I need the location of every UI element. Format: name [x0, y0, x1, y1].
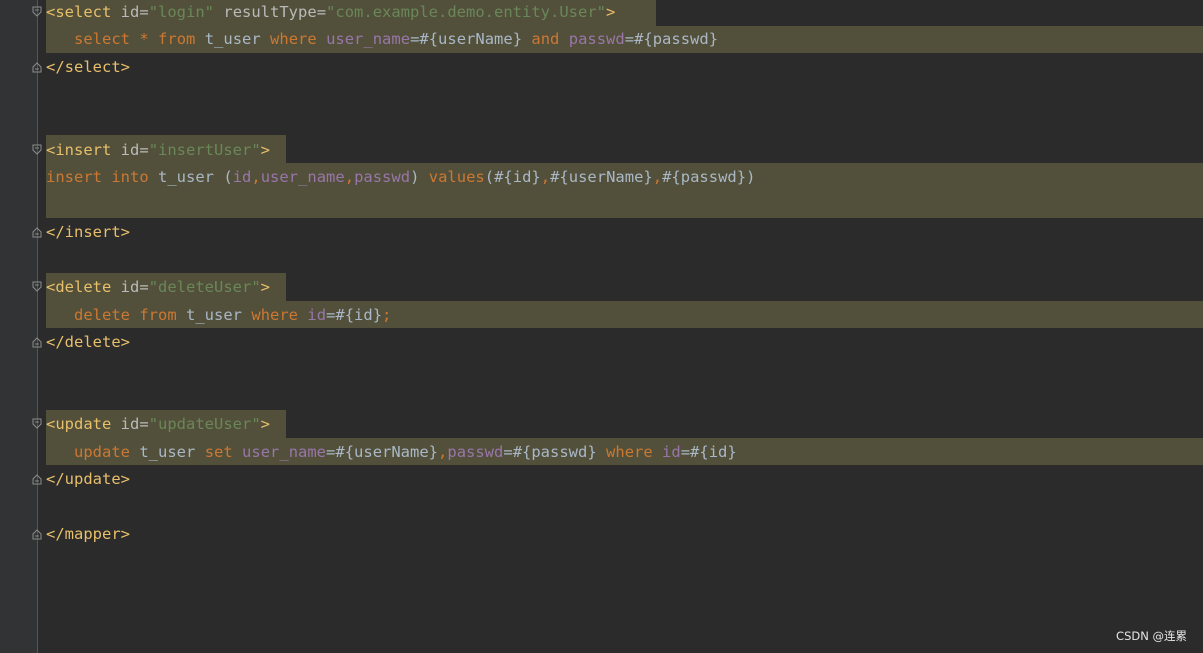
sql-keyword: where	[270, 30, 317, 48]
table-name: t_user	[139, 443, 196, 461]
semicolon: ;	[382, 306, 392, 324]
xml-tag: </select>	[46, 58, 130, 76]
parameter: =#{id}	[680, 443, 737, 461]
table-name: t_user	[158, 168, 215, 186]
code-line-delete-close[interactable]: </delete>	[46, 329, 130, 356]
xml-tag: </mapper>	[46, 525, 130, 543]
sql-keyword: update	[74, 443, 130, 461]
xml-attribute: id	[120, 3, 140, 21]
watermark: CSDN @连累	[1116, 629, 1187, 643]
fold-close-icon[interactable]	[32, 226, 42, 238]
column-name: id	[307, 306, 327, 324]
xml-tag: </insert>	[46, 223, 130, 241]
table-name: t_user	[204, 30, 261, 48]
xml-tag: </update>	[46, 470, 130, 488]
code-line-update-body[interactable]: update t_user set user_name=#{userName},…	[46, 439, 737, 466]
xml-tag-close: >	[260, 415, 271, 433]
fold-close-icon[interactable]	[32, 528, 42, 540]
column-name: id	[232, 168, 252, 186]
code-line-select-open[interactable]: <select id="login" resultType="com.examp…	[46, 0, 615, 26]
sql-star: *	[139, 30, 149, 48]
sql-keyword: delete	[74, 306, 130, 324]
table-name: t_user	[186, 306, 243, 324]
xml-tag: <insert	[46, 141, 112, 159]
sql-keyword: from	[139, 306, 177, 324]
code-line-delete-body[interactable]: delete from t_user where id=#{id};	[46, 302, 391, 329]
attribute-value: "updateUser"	[148, 415, 261, 433]
xml-tag-close: >	[606, 3, 616, 21]
attribute-value: "login"	[148, 3, 215, 21]
parameter: #{passwd})	[662, 168, 756, 186]
xml-tag-close: >	[260, 141, 271, 159]
column-name: user_name	[326, 30, 411, 48]
editor-gutter	[0, 0, 38, 653]
sql-keyword: and	[531, 30, 560, 48]
column-name: passwd	[447, 443, 504, 461]
comma: ,	[344, 168, 355, 186]
code-line-insert-body[interactable]: insert into t_user (id,user_name,passwd)…	[46, 164, 755, 191]
xml-tag: <delete	[46, 278, 112, 296]
sql-keyword: from	[158, 30, 196, 48]
equals-sign: =	[139, 3, 149, 21]
parameter: (#{id}	[484, 168, 541, 186]
paren: (	[223, 168, 233, 186]
parameter: #{userName}	[550, 168, 653, 186]
xml-tag: <update	[46, 415, 112, 433]
attribute-value: "com.example.demo.entity.User"	[326, 3, 606, 21]
column-name: passwd	[568, 30, 625, 48]
xml-attribute: id	[120, 415, 140, 433]
parameter: =#{userName}	[410, 30, 523, 48]
code-line-select-close[interactable]: </select>	[46, 54, 130, 81]
code-line-update-close[interactable]: </update>	[46, 466, 130, 493]
comma: ,	[540, 168, 551, 186]
sql-keyword: where	[606, 443, 653, 461]
xml-tag: <select	[46, 3, 112, 21]
column-name: id	[662, 443, 681, 461]
parameter: =#{id}	[326, 306, 383, 324]
sql-keyword: into	[111, 168, 149, 186]
comma: ,	[251, 168, 261, 186]
attribute-value: "insertUser"	[148, 141, 261, 159]
comma: ,	[438, 443, 448, 461]
code-line-update-open[interactable]: <update id="updateUser">	[46, 411, 270, 438]
column-name: passwd	[354, 168, 411, 186]
sql-keyword: insert	[46, 168, 102, 186]
code-line-insert-close[interactable]: </insert>	[46, 219, 130, 246]
column-name: user_name	[242, 443, 327, 461]
code-line-insert-open[interactable]: <insert id="insertUser">	[46, 137, 270, 164]
fold-close-icon[interactable]	[32, 336, 42, 348]
parameter: =#{passwd}	[624, 30, 719, 48]
code-line-select-body[interactable]: select * from t_user where user_name=#{u…	[46, 26, 718, 53]
parameter: =#{passwd}	[503, 443, 597, 461]
sql-keyword: where	[251, 306, 299, 324]
xml-attribute: id	[120, 141, 140, 159]
fold-open-icon[interactable]	[32, 281, 42, 293]
equals-sign: =	[139, 415, 149, 433]
code-line-mapper-close[interactable]: </mapper>	[46, 521, 130, 548]
equals-sign: =	[316, 3, 327, 21]
xml-tag-close: >	[260, 278, 271, 296]
equals-sign: =	[139, 141, 149, 159]
attribute-value: "deleteUser"	[148, 278, 261, 296]
xml-attribute: id	[120, 278, 140, 296]
xml-tag: </delete>	[46, 333, 130, 351]
fold-close-icon[interactable]	[32, 473, 42, 485]
fold-close-icon[interactable]	[32, 61, 42, 73]
sql-keyword: select	[74, 30, 130, 48]
parameter: =#{userName}	[326, 443, 439, 461]
paren: )	[410, 168, 420, 186]
fold-open-icon[interactable]	[32, 6, 42, 18]
xml-attribute: resultType	[223, 3, 317, 21]
fold-open-icon[interactable]	[32, 418, 42, 430]
fold-open-icon[interactable]	[32, 144, 42, 156]
code-line-delete-open[interactable]: <delete id="deleteUser">	[46, 274, 270, 301]
comma: ,	[652, 168, 663, 186]
column-name: user_name	[260, 168, 345, 186]
equals-sign: =	[139, 278, 149, 296]
sql-keyword: values	[428, 168, 485, 186]
sql-keyword: set	[204, 443, 233, 461]
